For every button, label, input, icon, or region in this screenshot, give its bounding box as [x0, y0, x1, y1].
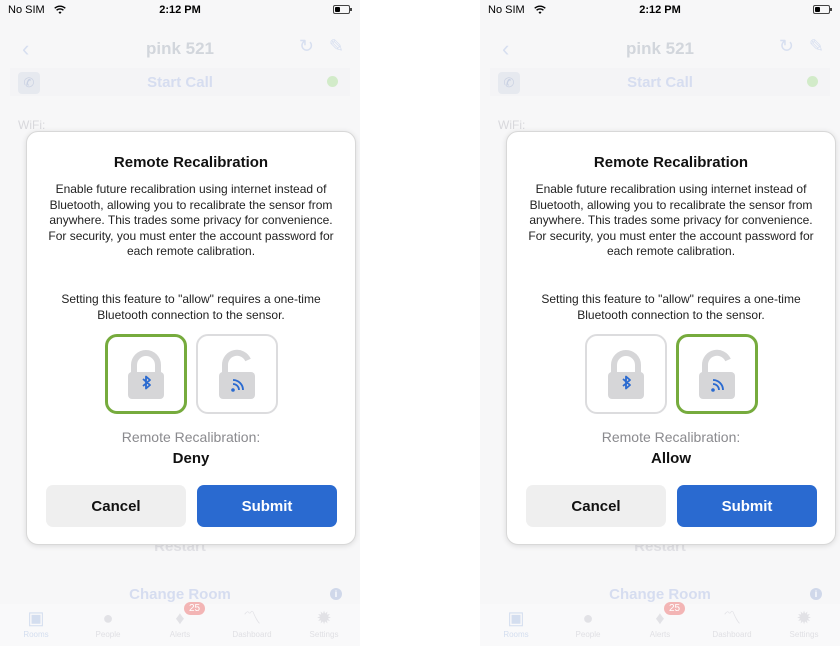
tab-rooms[interactable]: ▣ Rooms: [480, 606, 552, 639]
tab-label: Dashboard: [712, 630, 752, 639]
locked-bluetooth-icon: [608, 350, 644, 399]
tab-label: Rooms: [503, 630, 529, 639]
unlocked-wifi-icon: [219, 349, 255, 399]
recalibration-label: Remote Recalibration:: [121, 429, 261, 445]
change-room-button[interactable]: Change Room: [480, 586, 840, 603]
chart-icon: 〽: [723, 608, 741, 628]
start-call-row[interactable]: ✆ Start Call: [10, 68, 350, 96]
battery-icon: [333, 5, 352, 14]
tab-settings[interactable]: ✹ Settings: [288, 606, 360, 639]
submit-button[interactable]: Submit: [677, 485, 817, 527]
edit-icon[interactable]: ✎: [329, 36, 344, 57]
cancel-button[interactable]: Cancel: [46, 485, 186, 527]
tab-label: Dashboard: [232, 630, 272, 639]
phone-screen-allow: No SIM 2:12 PM ‹ pink 521 ↻ ✎ ✆ Start Ca…: [480, 0, 840, 646]
recalibration-value: Allow: [651, 450, 691, 467]
remote-recalibration-dialog: Remote Recalibration Enable future recal…: [506, 131, 836, 545]
refresh-icon[interactable]: ↻: [299, 36, 314, 57]
info-icon[interactable]: i: [330, 588, 342, 600]
gear-icon: ✹: [796, 608, 812, 628]
status-bar: No SIM 2:12 PM: [0, 0, 360, 22]
tab-alerts[interactable]: ♦ 25 Alerts: [144, 602, 216, 639]
tab-label: Alerts: [649, 630, 671, 639]
tab-label: Settings: [789, 630, 819, 639]
status-bar: No SIM 2:12 PM: [480, 0, 840, 22]
alerts-badge: 25: [664, 602, 686, 615]
status-time: 2:12 PM: [639, 4, 681, 16]
edit-icon[interactable]: ✎: [809, 36, 824, 57]
start-call-row[interactable]: ✆ Start Call: [490, 68, 830, 96]
online-status-dot: [327, 76, 338, 87]
recalibration-label: Remote Recalibration:: [601, 429, 741, 445]
battery-icon: [813, 5, 832, 14]
allow-lock-option[interactable]: [676, 334, 758, 414]
tab-dashboard[interactable]: 〽 Dashboard: [216, 606, 288, 639]
online-status-dot: [807, 76, 818, 87]
cancel-button[interactable]: Cancel: [526, 485, 666, 527]
tab-alerts[interactable]: ♦ 25 Alerts: [624, 602, 696, 639]
dialog-title: Remote Recalibration: [593, 154, 749, 171]
unlocked-wifi-icon: [699, 349, 735, 399]
start-call-label: Start Call: [147, 74, 213, 91]
tab-label: Settings: [309, 630, 339, 639]
tab-dashboard[interactable]: 〽 Dashboard: [696, 606, 768, 639]
remote-recalibration-dialog: Remote Recalibration Enable future recal…: [26, 131, 356, 545]
locked-bluetooth-icon: [128, 350, 164, 399]
dialog-title: Remote Recalibration: [113, 154, 269, 171]
nav-bar: ‹ pink 521 ↻ ✎: [480, 22, 840, 72]
rooms-icon: ▣: [507, 608, 525, 628]
tab-bar: ▣ Rooms ● People ♦ 25 Alerts 〽 Dashboard…: [0, 602, 360, 646]
tab-label: Alerts: [169, 630, 191, 639]
bell-icon: ♦: [175, 608, 185, 628]
alerts-badge: 25: [184, 602, 206, 615]
submit-button[interactable]: Submit: [197, 485, 337, 527]
info-icon[interactable]: i: [810, 588, 822, 600]
phone-screen-deny: No SIM 2:12 PM ‹ pink 521 ↻ ✎ ✆ Start Ca…: [0, 0, 360, 646]
tab-label: Rooms: [23, 630, 49, 639]
allow-lock-option[interactable]: [196, 334, 278, 414]
recalibration-value: Deny: [172, 450, 210, 467]
rooms-icon: ▣: [27, 608, 45, 628]
tab-label: People: [575, 630, 601, 639]
nav-bar: ‹ pink 521 ↻ ✎: [0, 22, 360, 72]
refresh-icon[interactable]: ↻: [779, 36, 794, 57]
dialog-note: Setting this feature to "allow" requires…: [61, 292, 321, 322]
chart-icon: 〽: [243, 608, 261, 628]
wifi-label: WiFi:: [18, 118, 46, 132]
deny-lock-option[interactable]: [105, 334, 187, 414]
bell-icon: ♦: [655, 608, 665, 628]
people-icon: ●: [582, 608, 594, 628]
change-room-button[interactable]: Change Room: [0, 586, 360, 603]
tab-people[interactable]: ● People: [72, 606, 144, 639]
status-time: 2:12 PM: [159, 4, 201, 16]
dialog-description: Enable future recalibration using intern…: [48, 182, 334, 258]
tab-rooms[interactable]: ▣ Rooms: [0, 606, 72, 639]
start-call-label: Start Call: [627, 74, 693, 91]
tab-people[interactable]: ● People: [552, 606, 624, 639]
gear-icon: ✹: [316, 608, 332, 628]
dialog-description: Enable future recalibration using intern…: [528, 182, 814, 258]
dialog-note: Setting this feature to "allow" requires…: [541, 292, 801, 322]
people-icon: ●: [102, 608, 114, 628]
deny-lock-option[interactable]: [585, 334, 667, 414]
tab-bar: ▣ Rooms ● People ♦ 25 Alerts 〽 Dashboard…: [480, 602, 840, 646]
tab-settings[interactable]: ✹ Settings: [768, 606, 840, 639]
tab-label: People: [95, 630, 121, 639]
wifi-label: WiFi:: [498, 118, 526, 132]
